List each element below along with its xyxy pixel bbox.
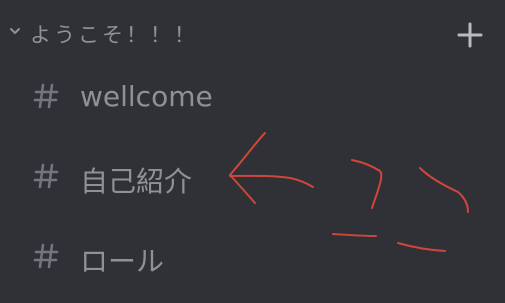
category-header[interactable]: ようこそ！！！ <box>0 14 505 52</box>
hash-icon <box>33 163 59 189</box>
hash-icon <box>33 243 59 269</box>
channel-item-role[interactable]: ロール <box>0 228 505 288</box>
channel-label: ロール <box>80 245 165 278</box>
chevron-down-icon[interactable] <box>8 24 22 38</box>
channel-item-self-introduction[interactable]: 自己紹介 <box>0 148 505 208</box>
plus-icon[interactable] <box>457 22 483 48</box>
channel-label: 自己紹介 <box>80 165 193 198</box>
channel-label: wellcome <box>80 80 213 113</box>
category-label[interactable]: ようこそ！！！ <box>30 19 198 49</box>
channel-item-wellcome[interactable]: wellcome <box>0 68 505 128</box>
hash-icon <box>33 83 59 109</box>
